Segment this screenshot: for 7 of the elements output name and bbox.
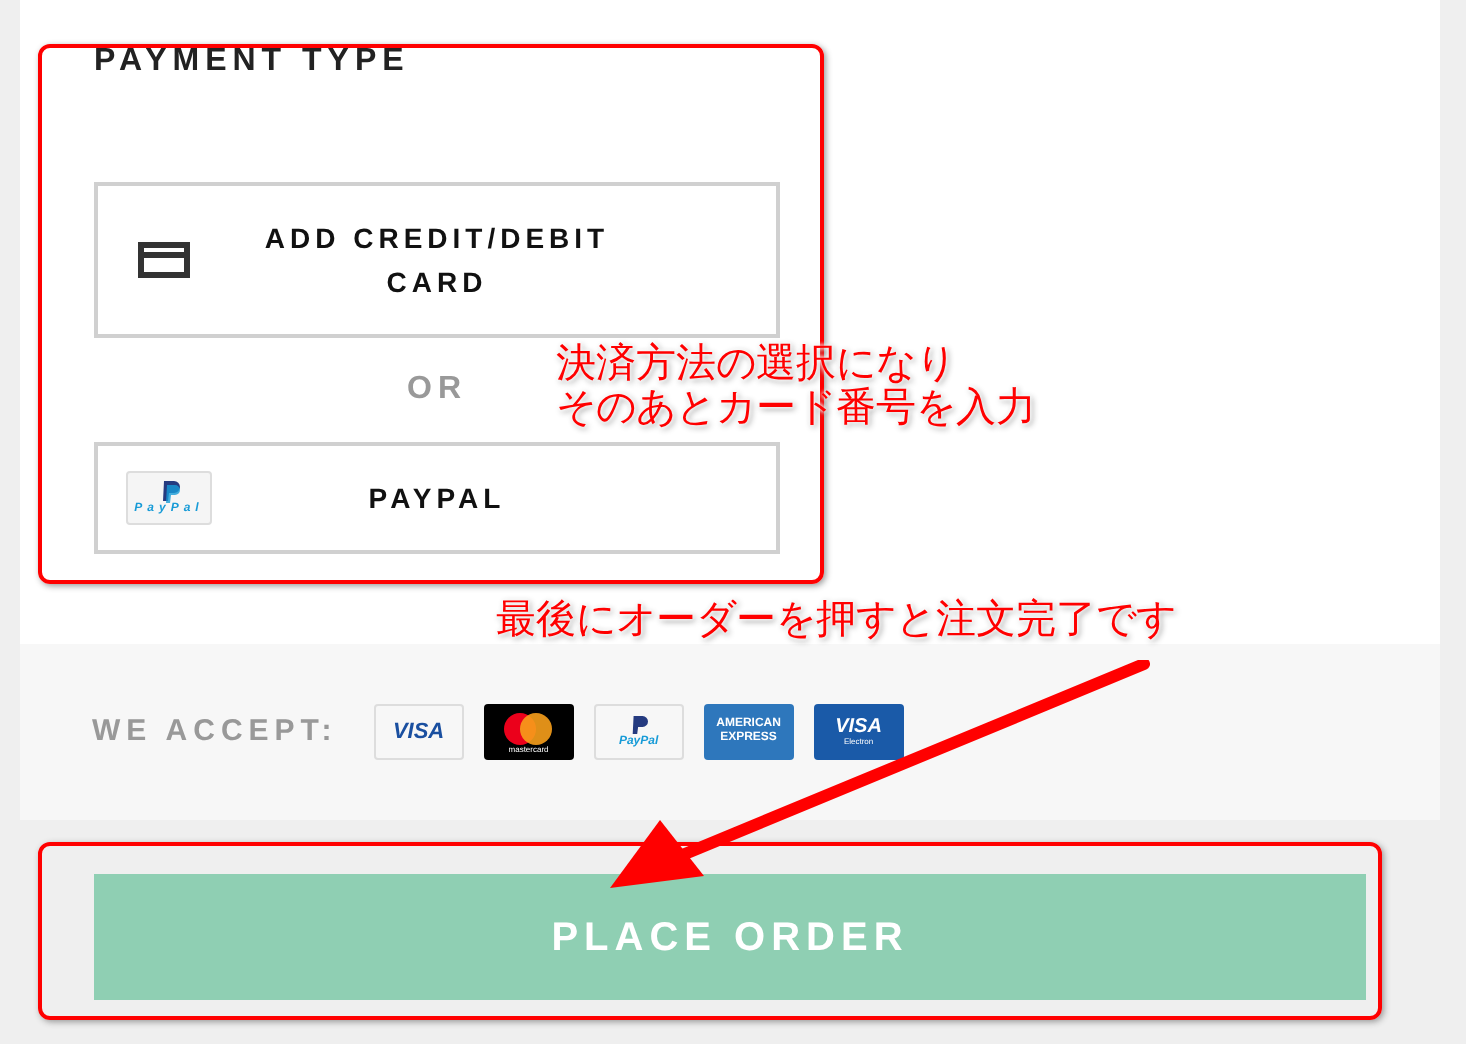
section-title: PAYMENT TYPE — [94, 42, 412, 82]
credit-card-icon — [138, 242, 190, 278]
annotation-note: 最後にオーダーを押すと注文完了です — [496, 596, 1176, 640]
visa-logo: VISA — [373, 704, 464, 760]
accept-label: WE ACCEPT: — [92, 711, 338, 752]
add-card-button[interactable]: ADD CREDIT/DEBIT CARD — [94, 182, 780, 338]
separator-text: OR — [407, 370, 467, 410]
